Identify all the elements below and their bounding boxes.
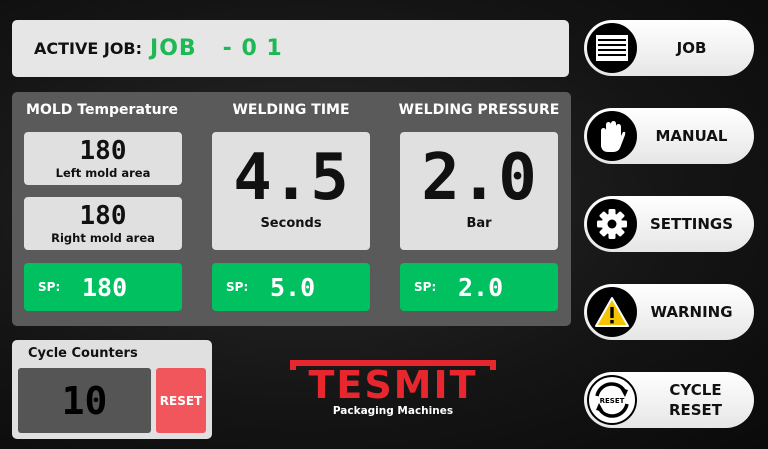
warning-icon (587, 287, 637, 337)
left-mold-caption: Left mold area (55, 166, 151, 180)
manual-button-label: MANUAL (655, 127, 728, 145)
warning-button[interactable]: WARNING (584, 284, 754, 340)
cycle-counter-display: 10 (18, 368, 151, 433)
reset-icon: RESET (587, 375, 637, 425)
welding-time-card: 4.5 Seconds (212, 132, 370, 250)
manual-button[interactable]: MANUAL (584, 108, 754, 164)
active-job-label: ACTIVE JOB: (34, 39, 143, 58)
welding-time-setpoint[interactable]: SP: 5.0 (212, 263, 370, 311)
welding-pressure-title: WELDING PRESSURE (398, 102, 560, 118)
list-icon (587, 23, 637, 73)
welding-time-setpoint-label: SP: (226, 280, 249, 294)
cycle-counter-title: Cycle Counters (28, 346, 138, 361)
mold-setpoint-value: 180 (82, 272, 128, 302)
left-mold-value: 180 (79, 136, 127, 166)
logo-name: TESMIT (308, 363, 478, 407)
welding-pressure-setpoint-label: SP: (414, 280, 437, 294)
welding-pressure-setpoint-value: 2.0 (458, 272, 504, 302)
welding-time-setpoint-value: 5.0 (270, 272, 316, 302)
welding-pressure-unit: Bar (466, 216, 492, 231)
hand-icon (587, 111, 637, 161)
welding-time-title: WELDING TIME (232, 102, 350, 118)
process-panel: MOLD Temperature WELDING TIME WELDING PR… (12, 92, 571, 326)
cycle-counter-value: 10 (61, 378, 108, 423)
counter-reset-button[interactable]: RESET (156, 368, 206, 433)
left-mold-card: 180 Left mold area (24, 132, 182, 185)
right-mold-caption: Right mold area (51, 231, 155, 245)
settings-button[interactable]: SETTINGS (584, 196, 754, 252)
warning-button-label: WARNING (650, 303, 733, 321)
cycle-reset-button[interactable]: RESET CYCLE RESET (584, 372, 754, 428)
reset-icon-text: RESET (600, 397, 625, 405)
welding-pressure-card: 2.0 Bar (400, 132, 558, 250)
cycle-reset-button-label: CYCLE RESET (668, 381, 723, 419)
active-job-value: JOB - 0 1 (150, 36, 283, 61)
job-button[interactable]: JOB (584, 20, 754, 76)
welding-time-value: 4.5 (233, 141, 349, 215)
welding-pressure-setpoint[interactable]: SP: 2.0 (400, 263, 558, 311)
mold-setpoint[interactable]: SP: 180 (24, 263, 182, 311)
welding-time-unit: Seconds (260, 216, 322, 231)
mold-temperature-title: MOLD Temperature (26, 102, 178, 118)
right-mold-value: 180 (79, 201, 127, 231)
tesmit-logo: TESMIT Packaging Machines (286, 358, 500, 424)
active-job-bar: ACTIVE JOB: JOB - 0 1 (12, 20, 569, 77)
logo-tagline: Packaging Machines (332, 405, 454, 417)
right-mold-card: 180 Right mold area (24, 197, 182, 250)
cycle-counter-panel: Cycle Counters 10 RESET (12, 340, 212, 439)
mold-setpoint-label: SP: (38, 280, 61, 294)
welding-pressure-value: 2.0 (421, 141, 537, 215)
job-button-label: JOB (676, 39, 707, 57)
gear-icon (587, 199, 637, 249)
settings-button-label: SETTINGS (649, 215, 734, 233)
